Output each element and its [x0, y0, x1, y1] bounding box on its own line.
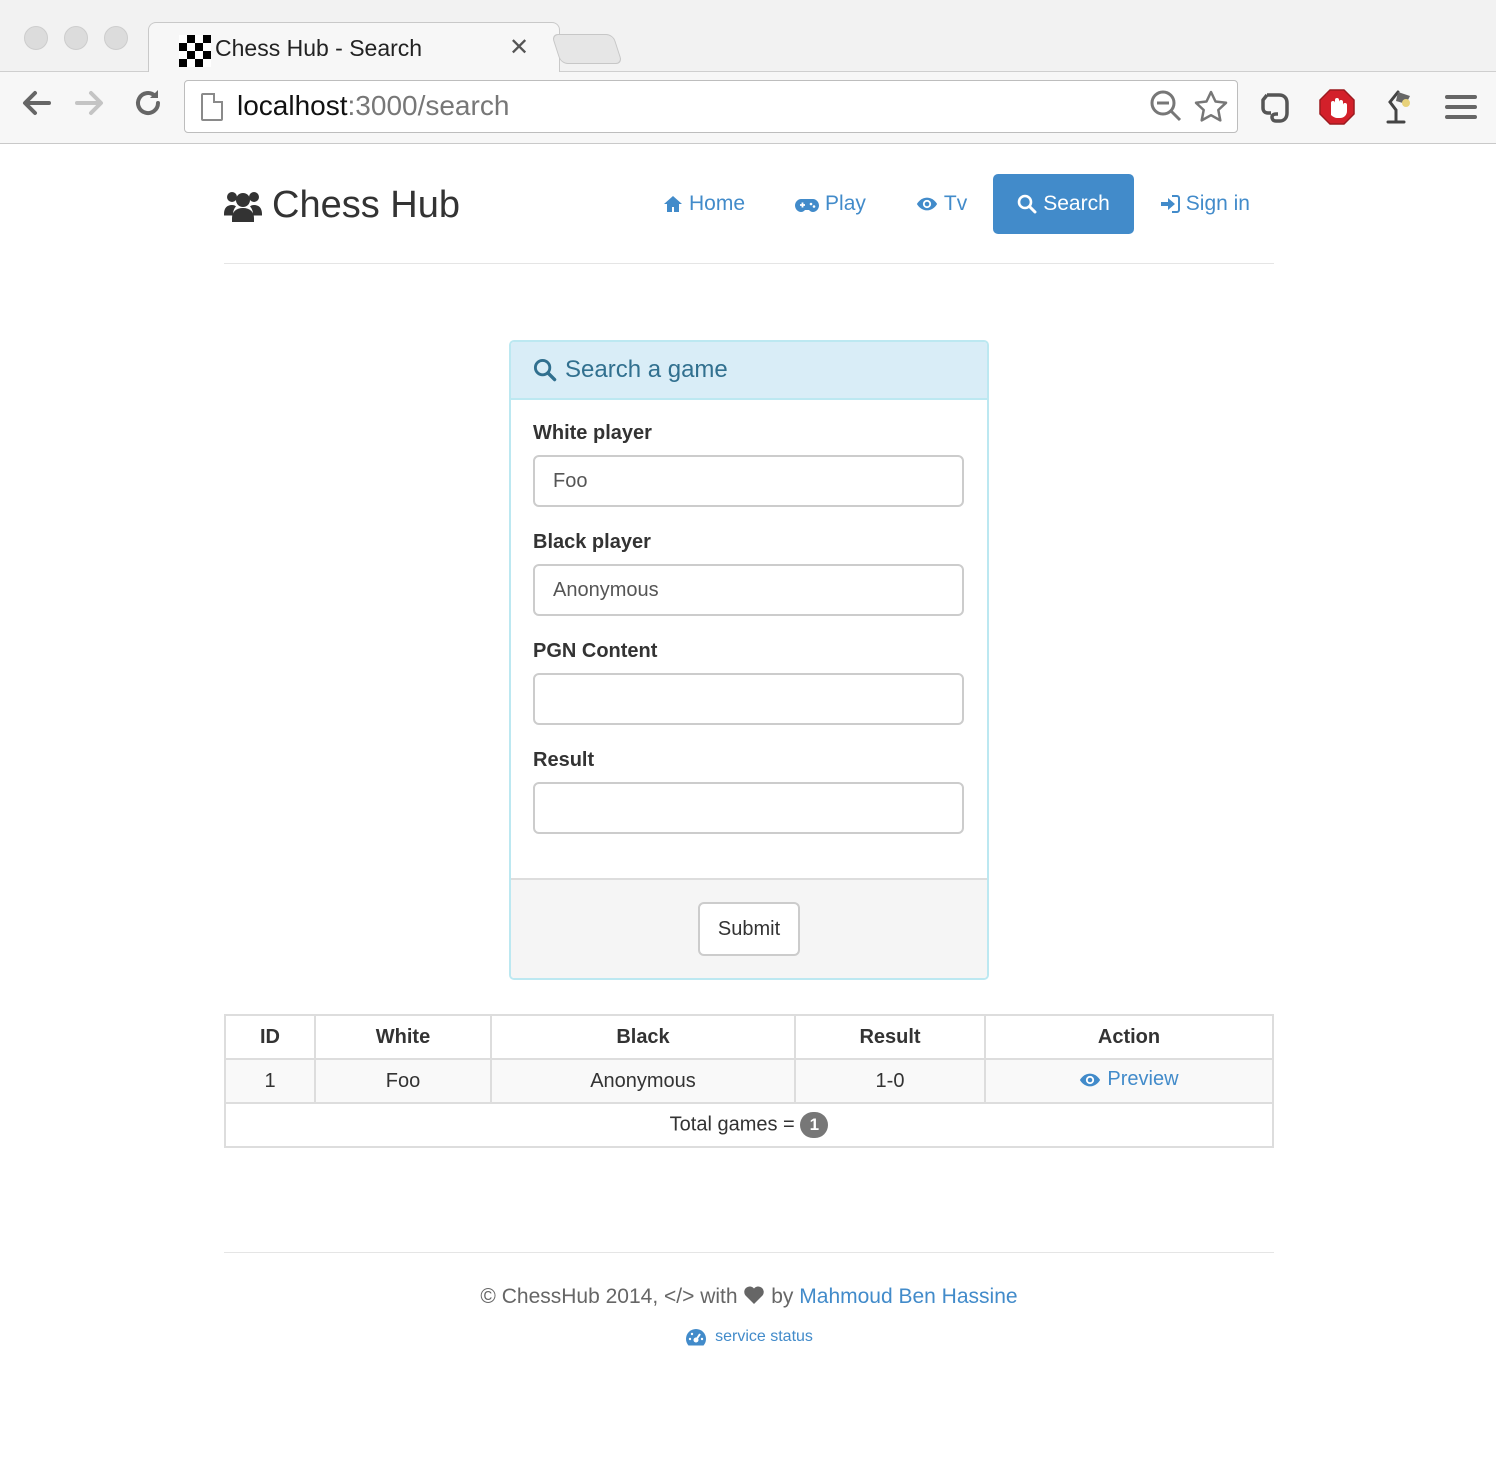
author-link[interactable]: Mahmoud Ben Hassine: [799, 1285, 1017, 1308]
back-button[interactable]: [16, 86, 56, 126]
table-row: 1 Foo Anonymous 1-0 Preview: [224, 1058, 1274, 1104]
window-close-button[interactable]: [24, 26, 48, 50]
footer-credits: © ChessHub 2014, </> with by Mahmoud Ben…: [224, 1285, 1274, 1309]
column-header-action: Action: [984, 1014, 1274, 1060]
nav-tv-label: Tv: [943, 192, 968, 215]
table-header-row: ID White Black Result Action: [224, 1014, 1274, 1060]
forward-button[interactable]: [70, 86, 110, 126]
pgn-content-group: PGN Content: [533, 640, 965, 725]
cell-result: 1-0: [794, 1058, 986, 1104]
search-panel-title: Search a game: [565, 356, 728, 383]
column-header-black: Black: [490, 1014, 796, 1060]
chrome-menu-button[interactable]: [1442, 88, 1480, 126]
result-label: Result: [533, 749, 595, 771]
nav-search[interactable]: Search: [993, 174, 1134, 234]
menu-icon: [1445, 95, 1477, 119]
cell-id: 1: [224, 1058, 316, 1104]
window-zoom-button[interactable]: [104, 26, 128, 50]
service-status-label: service status: [715, 1328, 813, 1345]
pgn-content-input[interactable]: [533, 673, 964, 725]
total-games-badge: 1: [800, 1112, 829, 1138]
new-tab-button[interactable]: [551, 34, 623, 64]
black-player-input[interactable]: [533, 564, 964, 616]
page-container: Chess Hub Home Play Tv Search Sign in Se…: [224, 144, 1274, 1346]
white-player-label: White player: [533, 422, 652, 444]
nav-sign-in-label: Sign in: [1185, 192, 1250, 215]
browser-tab-bar: Chess Hub - Search ✕: [0, 0, 1496, 73]
column-header-id: ID: [224, 1014, 316, 1060]
back-arrow-icon: [23, 91, 51, 115]
window-minimize-button[interactable]: [64, 26, 88, 50]
lamp-extension-icon[interactable]: [1378, 88, 1416, 126]
search-panel-footer: Submit: [511, 878, 987, 978]
search-icon: [1017, 194, 1037, 214]
reload-button[interactable]: [128, 86, 168, 126]
gamepad-icon: [795, 199, 820, 212]
home-icon: [664, 196, 683, 212]
brand-name: Chess Hub: [272, 184, 460, 226]
cell-white: Foo: [314, 1058, 492, 1104]
zoom-out-icon[interactable]: [1149, 89, 1183, 131]
search-panel: Search a game White player Black player …: [509, 340, 989, 980]
column-header-white: White: [314, 1014, 492, 1060]
evernote-extension-icon[interactable]: [1256, 88, 1294, 126]
browser-tab[interactable]: Chess Hub - Search ✕: [148, 22, 560, 73]
black-player-group: Black player: [533, 531, 965, 616]
page-icon: [201, 93, 223, 121]
url-text[interactable]: localhost:3000/search: [237, 90, 509, 122]
footer-by: by: [771, 1285, 794, 1308]
search-panel-heading: Search a game: [511, 342, 987, 400]
eye-icon: [1080, 1073, 1101, 1087]
eye-icon: [916, 197, 937, 211]
main-nav: Home Play Tv Search Sign in: [639, 174, 1274, 234]
adblock-extension-icon[interactable]: [1318, 88, 1356, 126]
browser-toolbar: localhost:3000/search: [0, 72, 1496, 144]
column-header-result: Result: [794, 1014, 986, 1060]
service-status-link[interactable]: service status: [685, 1327, 813, 1347]
total-row: Total games = 1: [224, 1102, 1274, 1148]
nav-search-label: Search: [1043, 192, 1110, 215]
reload-icon: [136, 90, 161, 116]
tab-close-icon[interactable]: ✕: [509, 33, 529, 62]
nav-home-label: Home: [689, 192, 746, 215]
dashboard-icon: [686, 1329, 707, 1346]
white-player-input[interactable]: [533, 455, 964, 507]
cell-black: Anonymous: [490, 1058, 796, 1104]
search-icon: [533, 358, 557, 382]
chessboard-favicon-icon: [179, 35, 211, 67]
heart-icon: [744, 1286, 765, 1304]
total-cell: Total games = 1: [224, 1102, 1274, 1148]
result-input[interactable]: [533, 782, 964, 834]
total-games-label: Total games =: [669, 1113, 795, 1136]
users-icon: [224, 191, 262, 222]
pgn-content-label: PGN Content: [533, 640, 658, 662]
preview-link-label: Preview: [1107, 1068, 1179, 1091]
nav-tv[interactable]: Tv: [892, 174, 991, 234]
footer-copyright: © ChessHub 2014, </> with: [480, 1285, 738, 1308]
nav-play[interactable]: Play: [771, 174, 890, 234]
submit-button[interactable]: Submit: [697, 902, 801, 956]
bookmark-star-icon[interactable]: [1193, 89, 1229, 133]
preview-link[interactable]: Preview: [1079, 1068, 1179, 1091]
sign-in-icon: [1160, 195, 1180, 213]
site-header: Chess Hub Home Play Tv Search Sign in: [224, 144, 1274, 264]
site-footer: © ChessHub 2014, </> with by Mahmoud Ben…: [224, 1252, 1274, 1352]
white-player-group: White player: [533, 422, 965, 507]
cell-action: Preview: [984, 1058, 1274, 1104]
nav-home[interactable]: Home: [639, 174, 769, 234]
black-player-label: Black player: [533, 531, 651, 553]
site-brand[interactable]: Chess Hub: [224, 184, 460, 227]
tab-title: Chess Hub - Search: [215, 35, 423, 61]
nav-sign-in[interactable]: Sign in: [1136, 174, 1274, 234]
forward-arrow-icon: [75, 91, 103, 115]
result-group: Result: [533, 749, 965, 834]
search-form: White player Black player PGN Content Re…: [511, 400, 987, 878]
address-bar[interactable]: localhost:3000/search: [184, 80, 1238, 133]
results-table: ID White Black Result Action 1 Foo Anony…: [224, 1014, 1274, 1148]
nav-play-label: Play: [825, 192, 866, 215]
